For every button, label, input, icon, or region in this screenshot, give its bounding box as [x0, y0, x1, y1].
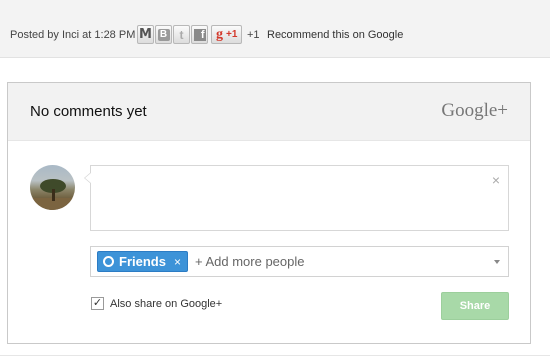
posted-by: Posted by Inci at 1:28 PM — [10, 29, 135, 41]
email-icon-glyph: M — [139, 27, 152, 42]
post-footer: Posted by Inci at 1:28 PM M B t f g +1 +… — [0, 0, 550, 58]
chevron-down-icon[interactable] — [494, 260, 500, 264]
blog-this-icon[interactable]: B — [155, 25, 172, 44]
recommend-on-google: Recommend this on Google — [267, 29, 404, 41]
also-share-checkbox[interactable]: ✓ — [91, 297, 104, 310]
facebook-icon-glyph: f — [193, 28, 206, 41]
google-plus-comments-box: No comments yet Google+ × Friends × + Ad… — [7, 82, 531, 344]
share-buttons: M B t f g +1 — [137, 25, 243, 45]
add-more-people-input[interactable]: + Add more people — [195, 254, 305, 269]
google-g-icon: g — [216, 26, 223, 42]
also-share-option: ✓ Also share on Google+ — [91, 297, 222, 310]
bottom-divider — [0, 355, 550, 356]
posted-by-label: Posted by Inci at — [10, 29, 92, 41]
avatar-trunk — [52, 189, 55, 201]
comments-header: No comments yet Google+ — [8, 83, 530, 141]
avatar — [30, 165, 75, 210]
blogger-icon-glyph: B — [157, 28, 170, 41]
circle-icon — [103, 256, 114, 267]
plus-one-count: +1 — [247, 29, 260, 41]
share-button[interactable]: Share — [441, 292, 509, 320]
plus-one-label: +1 — [226, 29, 238, 40]
google-plus-one-button[interactable]: g +1 — [211, 25, 243, 44]
close-icon[interactable]: × — [492, 172, 500, 188]
comment-input-box[interactable]: × — [84, 165, 509, 231]
twitter-icon-glyph: t — [179, 27, 184, 42]
also-share-label: Also share on Google+ — [110, 297, 223, 310]
email-share-icon[interactable]: M — [137, 25, 154, 44]
google-plus-logo: Google+ — [441, 100, 508, 121]
chip-label: Friends — [119, 254, 166, 269]
remove-chip-icon[interactable]: × — [174, 255, 181, 269]
post-time-link[interactable]: 1:28 PM — [94, 29, 135, 41]
share-with-people-field[interactable]: Friends × + Add more people — [90, 246, 509, 277]
comment-textarea[interactable] — [91, 166, 508, 230]
friends-circle-chip[interactable]: Friends × — [97, 251, 188, 272]
facebook-share-icon[interactable]: f — [191, 25, 208, 44]
twitter-share-icon[interactable]: t — [173, 25, 190, 44]
comments-title: No comments yet — [30, 103, 147, 120]
